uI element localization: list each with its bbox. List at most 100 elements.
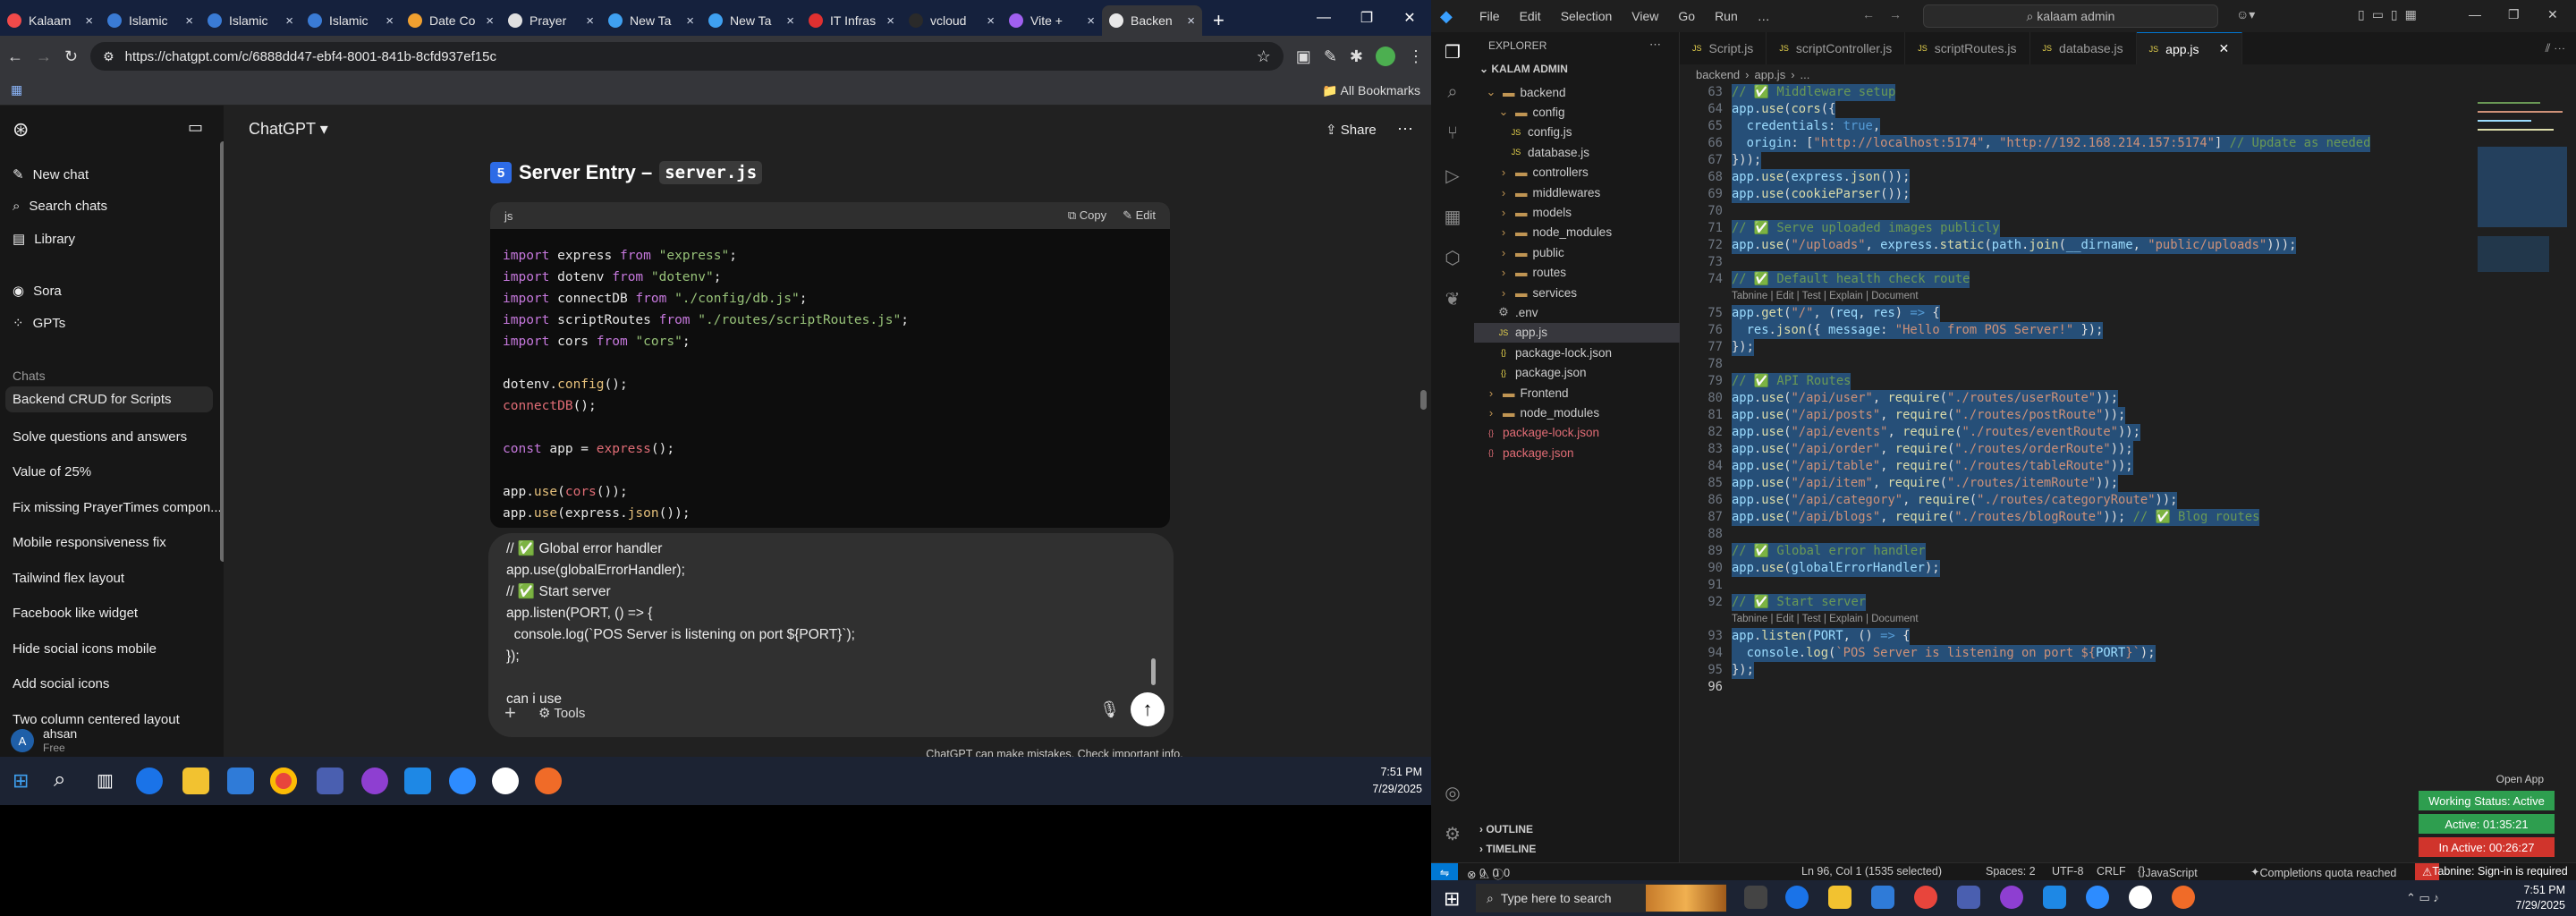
new-chat-button[interactable]: ✎ New chat: [13, 166, 89, 183]
breadcrumb-item[interactable]: backend: [1696, 68, 1740, 81]
chat-history-item[interactable]: Two column centered layout: [13, 712, 180, 727]
pen-extension-icon[interactable]: ✎: [1324, 47, 1337, 66]
account-icon[interactable]: ◎: [1442, 782, 1463, 803]
apps-grid-icon[interactable]: ▦: [11, 82, 22, 98]
task-view-icon[interactable]: [1744, 886, 1767, 909]
tab-close-icon[interactable]: ×: [1087, 13, 1095, 29]
sora-button[interactable]: ◉ Sora: [13, 283, 62, 300]
tab-close-icon[interactable]: ×: [285, 13, 293, 29]
file-tree-item[interactable]: JS app.js: [1474, 322, 1680, 343]
clock[interactable]: 7:51 PM 7/29/2025: [2515, 883, 2565, 913]
tab-close-icon[interactable]: ×: [386, 13, 394, 29]
maximize-button[interactable]: ❐: [1345, 0, 1388, 36]
menu-item[interactable]: Go: [1678, 9, 1695, 23]
vscode-icon[interactable]: [404, 768, 431, 794]
tab-close-icon[interactable]: ×: [1187, 13, 1195, 29]
file-tree-item[interactable]: › ▬ node_modules: [1497, 223, 1612, 242]
browser-tab[interactable]: Islamic ×: [200, 5, 301, 36]
file-tree-item[interactable]: {} package-lock.json: [1485, 423, 1599, 443]
explorer-more-icon[interactable]: ⋯: [1649, 38, 1661, 52]
menu-item[interactable]: View: [1631, 9, 1658, 23]
file-tree-item[interactable]: › ▬ models: [1497, 202, 1572, 222]
send-button[interactable]: ↑: [1131, 692, 1165, 726]
file-tree-item[interactable]: {} package.json: [1485, 443, 1574, 462]
tab-close-icon[interactable]: ×: [786, 13, 794, 29]
editor-actions[interactable]: ⫽ ⋯: [2546, 41, 2565, 55]
editor-tab-close-icon[interactable]: ✕: [2219, 41, 2230, 56]
file-tree-item[interactable]: {} package-lock.json: [1497, 343, 1612, 362]
minimap[interactable]: [2469, 84, 2576, 281]
address-bar[interactable]: ⚙ https://chatgpt.com/c/6888dd47-ebf4-80…: [90, 42, 1284, 71]
system-tray-icons[interactable]: ⌃ ▭ ♪: [2406, 891, 2439, 905]
file-tree-item[interactable]: › ▬ middlewares: [1497, 182, 1600, 202]
language-mode[interactable]: {} JavaScript: [2138, 865, 2198, 879]
dev-app-icon[interactable]: [317, 768, 343, 794]
model-selector[interactable]: ChatGPT ▾: [249, 120, 328, 139]
reload-icon[interactable]: ↻: [64, 47, 78, 66]
menu-item[interactable]: Selection: [1561, 9, 1613, 23]
dev-app-icon[interactable]: [1957, 886, 1980, 909]
workspace-header[interactable]: ⌄ KALAM ADMIN: [1479, 63, 1568, 75]
file-tree-item[interactable]: › ▬ controllers: [1497, 163, 1589, 182]
line-endings[interactable]: CRLF: [2097, 865, 2126, 878]
clock[interactable]: 7:51 PM 7/29/2025: [1372, 764, 1422, 798]
browser-tab[interactable]: New Ta ×: [601, 5, 701, 36]
new-tab-button[interactable]: +: [1202, 5, 1235, 36]
composer-scrollbar[interactable]: [1151, 658, 1156, 685]
file-tree-item[interactable]: › ▬ public: [1497, 242, 1564, 262]
browser-tab[interactable]: Prayer ×: [501, 5, 601, 36]
taskbar-search-box[interactable]: ⌕ Type here to search: [1476, 884, 1726, 912]
browser-tab[interactable]: Vite + ×: [1002, 5, 1102, 36]
tab-close-icon[interactable]: ×: [185, 13, 193, 29]
main-scrollbar[interactable]: [1420, 390, 1427, 410]
editor-tab[interactable]: JS scriptRoutes.js: [1905, 32, 2030, 64]
vs-minimize-button[interactable]: —: [2469, 7, 2481, 21]
chat-history-item[interactable]: Fix missing PrayerTimes compon...: [13, 500, 222, 515]
browser-tab[interactable]: Kalaam ×: [0, 5, 100, 36]
tab-close-icon[interactable]: ×: [586, 13, 594, 29]
nav-back-icon[interactable]: ←: [1862, 7, 1875, 21]
tabnine-status[interactable]: ⚠ Tabnine: Sign-in is required: [2415, 863, 2568, 881]
menu-item[interactable]: File: [1479, 9, 1500, 23]
attach-plus-icon[interactable]: +: [504, 701, 516, 725]
file-tree-item[interactable]: › ▬ services: [1497, 283, 1577, 302]
chat-history-item[interactable]: Solve questions and answers: [13, 429, 187, 445]
chrome-menu-icon[interactable]: ⋮: [1408, 47, 1424, 66]
browser-tab[interactable]: Backen ×: [1102, 5, 1202, 36]
source-control-icon[interactable]: ⑂: [1442, 123, 1463, 145]
app-icon[interactable]: [492, 768, 519, 794]
extensions-icon[interactable]: ▦: [1442, 206, 1463, 227]
explorer-icon[interactable]: ❐: [1442, 41, 1463, 63]
nav-forward-icon[interactable]: →: [1889, 7, 1902, 21]
file-tree-item[interactable]: › ▬ node_modules: [1485, 403, 1599, 422]
user-profile[interactable]: A ahsan Free: [11, 726, 77, 755]
menu-item[interactable]: Edit: [1520, 9, 1541, 23]
file-tree-item[interactable]: JS database.js: [1510, 142, 1589, 162]
all-bookmarks-folder[interactable]: 📁 All Bookmarks: [1322, 83, 1420, 98]
chat-history-item[interactable]: Facebook like widget: [13, 606, 138, 621]
editor-tab[interactable]: JS scriptController.js: [1767, 32, 1906, 64]
file-explorer-icon[interactable]: [182, 768, 209, 794]
minimize-button[interactable]: —: [1302, 0, 1345, 36]
search-icon[interactable]: ⌕: [1442, 82, 1463, 104]
close-window-button[interactable]: ✕: [1388, 0, 1431, 36]
site-info-icon[interactable]: ⚙: [103, 49, 114, 64]
toggle-sidebar-icon[interactable]: ▭: [188, 118, 203, 137]
outline-section[interactable]: › OUTLINE: [1479, 823, 1533, 835]
tab-close-icon[interactable]: ×: [686, 13, 694, 29]
file-tree-item[interactable]: › ▬ Frontend: [1485, 383, 1569, 403]
search-chats-button[interactable]: ⌕ Search chats: [13, 199, 107, 214]
copilot-icon[interactable]: ☺▾: [2236, 7, 2255, 22]
forward-icon[interactable]: →: [36, 47, 52, 66]
timeline-section[interactable]: › TIMELINE: [1479, 843, 1536, 855]
browser-tab[interactable]: Date Co ×: [401, 5, 501, 36]
file-tree-item[interactable]: JS config.js: [1510, 123, 1572, 142]
browser-tab[interactable]: Islamic ×: [301, 5, 401, 36]
browser-tab[interactable]: New Ta ×: [701, 5, 801, 36]
bookmark-star-icon[interactable]: ☆: [1257, 47, 1271, 66]
extension-icon[interactable]: ▣: [1296, 47, 1311, 66]
editor-tab[interactable]: JS database.js: [2030, 32, 2137, 64]
file-tree-item[interactable]: › ▬ routes: [1497, 263, 1566, 283]
share-button[interactable]: ⇪ Share: [1326, 122, 1377, 138]
profile-avatar[interactable]: [1376, 47, 1395, 66]
